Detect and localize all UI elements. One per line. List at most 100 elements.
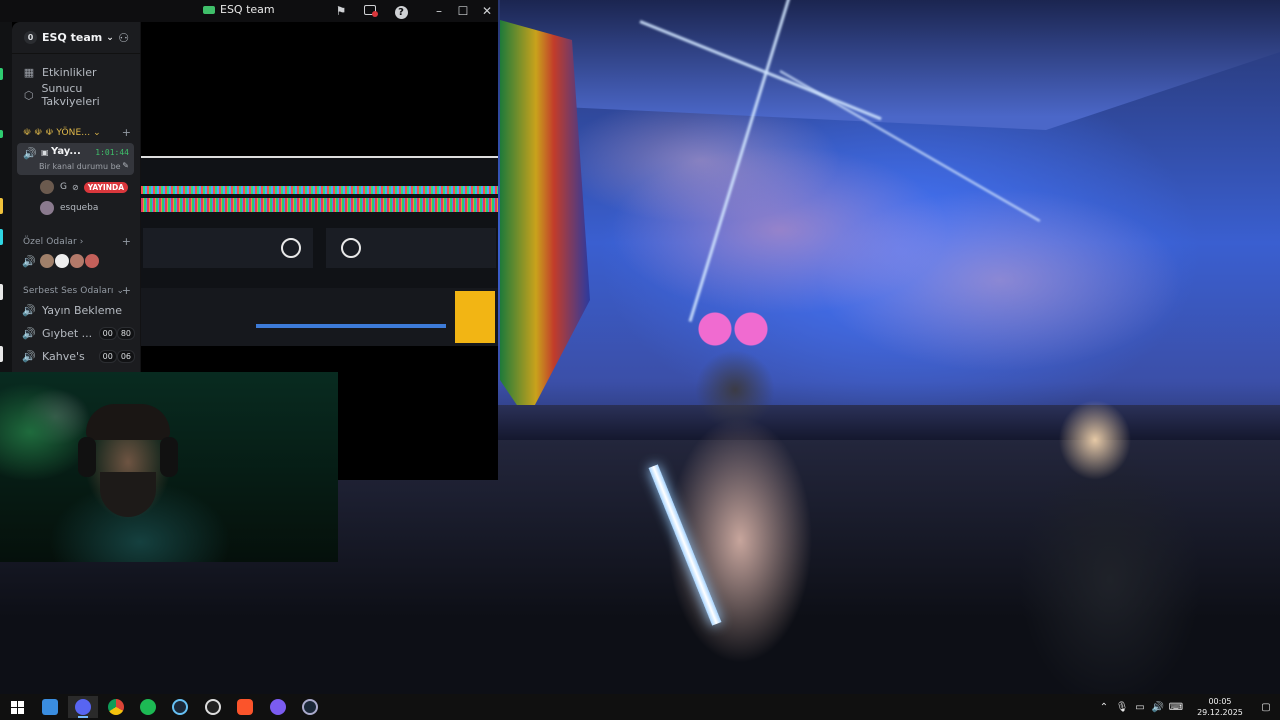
- member-name: G: [60, 182, 67, 192]
- category-private[interactable]: Özel Odalar ›: [23, 237, 84, 247]
- voice-channel[interactable]: 🔊 Yayın Bekleme: [12, 300, 141, 320]
- user-limit: 00 80: [98, 326, 135, 340]
- microphone-icon[interactable]: 🎙: [1114, 702, 1130, 713]
- voice-icon: 🔊: [23, 147, 37, 160]
- channel-name: Gıybet ...: [42, 326, 93, 340]
- unread-indicator: [0, 198, 3, 214]
- clock[interactable]: 00:05 29.12.2025: [1190, 696, 1250, 718]
- webcam-overlay: [0, 372, 338, 562]
- events-label: Etkinlikler: [42, 65, 97, 79]
- edit-icon[interactable]: ✎: [122, 161, 129, 170]
- discord-button[interactable]: [68, 696, 98, 718]
- unread-indicator: [0, 68, 3, 80]
- chevron-up-icon[interactable]: ⌃: [1096, 702, 1112, 713]
- voice-member[interactable]: esqueba: [40, 200, 98, 216]
- spotify-icon: [140, 699, 156, 715]
- channel-name: Yay...: [51, 146, 81, 157]
- voice-icon: 🔊: [22, 303, 36, 317]
- channel-name: Kahve's: [42, 349, 85, 363]
- unread-indicator: [0, 229, 3, 245]
- spotify-button[interactable]: [133, 696, 163, 718]
- jog-wheel[interactable]: [281, 238, 301, 258]
- add-channel-icon[interactable]: +: [122, 284, 131, 297]
- minimize-icon[interactable]: –: [431, 3, 447, 19]
- keyboard-icon[interactable]: ⌨: [1168, 702, 1184, 713]
- live-voice-channel[interactable]: 🔊 Yay... ▣ 1:01:44 Bir kanal durumu bel.…: [17, 143, 134, 175]
- unread-indicator: [0, 284, 3, 300]
- category-free-voice[interactable]: Serbest Ses Odaları ⌄: [23, 286, 124, 296]
- help-icon[interactable]: ?: [393, 3, 409, 19]
- jog-wheel[interactable]: [341, 238, 361, 258]
- chrome-button[interactable]: [101, 696, 131, 718]
- add-channel-icon[interactable]: +: [122, 235, 131, 248]
- voice-icon: 🔊: [22, 254, 36, 268]
- obs-icon: [205, 699, 221, 715]
- live-badge: YAYINDA: [83, 181, 129, 193]
- user-limit: 00 06: [98, 349, 135, 363]
- app-button[interactable]: [263, 696, 293, 718]
- add-member-icon[interactable]: ⚇: [118, 31, 129, 45]
- start-button[interactable]: [2, 696, 32, 718]
- brave-button[interactable]: [230, 696, 260, 718]
- category-admin[interactable]: ☫ ☫ ☫ YÖNE... ⌄: [23, 128, 101, 138]
- member-name: esqueba: [60, 203, 99, 213]
- voice-channel[interactable]: 🔊 Gıybet ... 00 80: [12, 323, 141, 343]
- channel-name: Yayın Bekleme: [42, 303, 122, 317]
- close-icon[interactable]: ✕: [479, 3, 495, 19]
- server-list: [0, 22, 12, 372]
- file-explorer-button[interactable]: [35, 696, 65, 718]
- avatar: [40, 180, 54, 194]
- voice-icon: 🔊: [22, 326, 36, 340]
- channel-status: Bir kanal durumu bel...: [39, 162, 121, 171]
- pink-bow-ears: [695, 310, 770, 348]
- windows-icon: [10, 700, 24, 714]
- notification-icon[interactable]: ▢: [1258, 702, 1274, 713]
- server-header[interactable]: 0 ESQ team ⌄ ⚇: [12, 22, 141, 54]
- avatar: [85, 254, 99, 268]
- streamer-hair: [86, 404, 170, 440]
- obs-button[interactable]: [198, 696, 228, 718]
- system-tray: ⌃ 🎙 ▭ 🔊 ⌨ 00:05 29.12.2025 ▢: [1094, 694, 1280, 720]
- server-badge: 0: [24, 31, 37, 44]
- inbox-icon[interactable]: ⚑: [333, 3, 349, 19]
- streamer-beard: [100, 472, 156, 517]
- user-count: 00: [98, 349, 117, 363]
- streaming-icon: ▣: [41, 148, 49, 157]
- channel-sidebar: 0 ESQ team ⌄ ⚇ ▦ Etkinlikler ⬡ Sunucu Ta…: [12, 22, 141, 372]
- clock-time: 00:05: [1208, 697, 1232, 706]
- calendar-icon: ▦: [23, 65, 35, 79]
- events-item[interactable]: ▦ Etkinlikler: [12, 62, 141, 82]
- maximize-icon[interactable]: ☐: [455, 3, 471, 19]
- user-count: 00: [98, 326, 117, 340]
- category-label: ☫ ☫ ☫ YÖNE...: [23, 128, 91, 138]
- voice-member[interactable]: G ⊘ YAYINDA: [40, 179, 129, 195]
- server-name: ESQ team: [42, 31, 103, 44]
- add-channel-icon[interactable]: +: [122, 126, 131, 139]
- network-icon[interactable]: ▭: [1132, 702, 1148, 713]
- user-limit-count: 80: [116, 326, 135, 340]
- headphone: [78, 437, 96, 477]
- headphone: [160, 437, 178, 477]
- screen-share-icon[interactable]: [362, 3, 378, 19]
- file-explorer-icon: [42, 699, 58, 715]
- steam-button-2[interactable]: [295, 696, 325, 718]
- deafened-icon: ⊘: [71, 182, 79, 192]
- waveform-overview: [141, 186, 498, 194]
- chevron-down-icon: ⌄: [106, 32, 114, 43]
- notification-panel: [455, 291, 495, 343]
- steam-button[interactable]: [165, 696, 195, 718]
- screen: ESQ team ⚑ ? – ☐ ✕ 0 ESQ team ⌄ ⚇ ▦ Etki…: [0, 0, 1280, 694]
- boosts-label: Sunucu Takviyeleri: [41, 82, 100, 108]
- brave-icon: [237, 699, 253, 715]
- voice-channel[interactable]: 🔊 Kahve's 00 06: [12, 346, 141, 366]
- window-title: ESQ team: [203, 3, 275, 16]
- screen-share-preview[interactable]: [141, 156, 498, 346]
- avatar: [40, 254, 54, 268]
- category-label: Özel Odalar: [23, 237, 77, 247]
- boosts-item[interactable]: ⬡ Sunucu Takviyeleri: [12, 82, 141, 108]
- unread-indicator: [0, 130, 3, 138]
- volume-icon[interactable]: 🔊: [1150, 702, 1166, 713]
- private-voice-channel[interactable]: 🔊: [12, 251, 141, 271]
- call-timer: 1:01:44: [95, 148, 129, 157]
- dancer: [1000, 380, 1250, 694]
